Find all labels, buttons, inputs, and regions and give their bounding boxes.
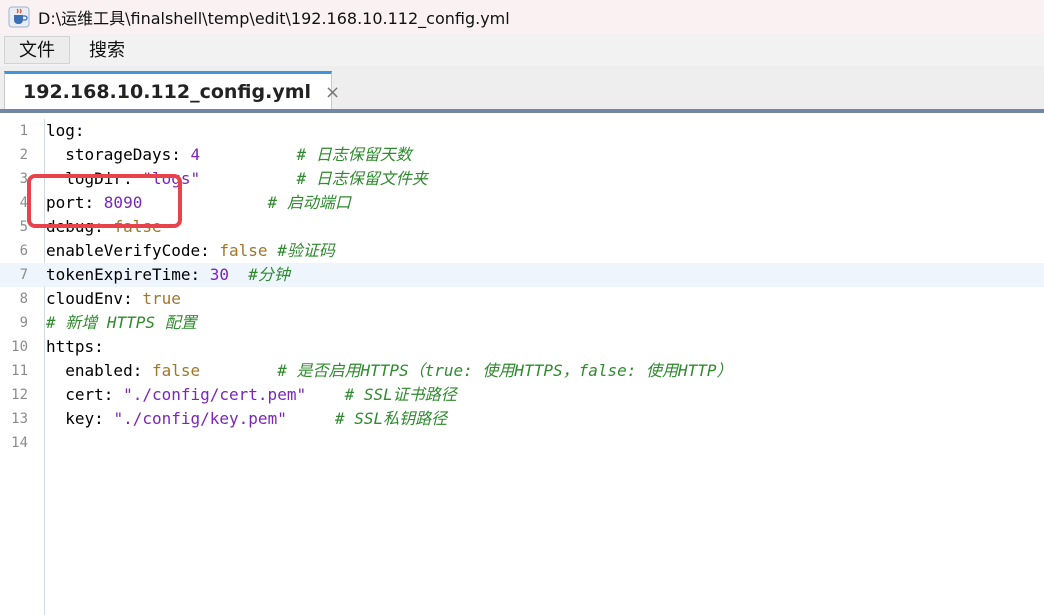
code-line[interactable]: 12 cert: "./config/cert.pem" # SSL证书路径 <box>0 383 1044 407</box>
yaml-comment: # 日志保留文件夹 <box>200 169 428 188</box>
yaml-comment: # 新增 HTTPS 配置 <box>46 313 197 332</box>
yaml-value: true <box>142 289 181 308</box>
menu-search[interactable]: 搜索 <box>74 36 140 64</box>
line-number: 4 <box>19 195 28 211</box>
line-number: 5 <box>19 219 28 235</box>
line-number: 10 <box>11 339 28 355</box>
yaml-key: https: <box>46 337 104 356</box>
yaml-value: false <box>219 241 268 260</box>
code-text: log: <box>46 119 85 143</box>
title-bar: D:\运维工具\finalshell\temp\edit\192.168.10.… <box>0 0 1044 34</box>
code-line[interactable]: 6 enableVerifyCode: false #验证码 <box>0 239 1044 263</box>
code-line[interactable]: 1 log: <box>0 119 1044 143</box>
line-number: 14 <box>11 435 28 451</box>
window-title: D:\运维工具\finalshell\temp\edit\192.168.10.… <box>38 9 510 28</box>
code-line[interactable]: 13 key: "./config/key.pem" # SSL私钥路径 <box>0 407 1044 431</box>
yaml-key: cert: <box>46 385 124 404</box>
tab-bar: 192.168.10.112_config.yml × <box>0 66 1044 110</box>
tab-config-file[interactable]: 192.168.10.112_config.yml × <box>4 71 340 110</box>
line-number: 3 <box>19 171 28 187</box>
code-text: cloudEnv: true <box>46 287 181 311</box>
yaml-value: false <box>151 361 201 380</box>
yaml-comment: # SSL私钥路径 <box>286 409 448 428</box>
yaml-value: "./config/key.pem" <box>113 409 287 428</box>
yaml-comment: # 是否启用HTTPS（true: 使用HTTPS，false: 使用HTTP） <box>200 361 733 380</box>
line-number: 1 <box>19 123 28 139</box>
yaml-key: storageDays: <box>46 145 191 164</box>
tab-divider <box>0 109 1044 113</box>
code-line[interactable]: 11 enabled: false # 是否启用HTTPS（true: 使用HT… <box>0 359 1044 383</box>
line-number: 8 <box>19 291 28 307</box>
code-text: # 新增 HTTPS 配置 <box>46 311 197 335</box>
line-number: 12 <box>11 387 28 403</box>
code-text: enableVerifyCode: false #验证码 <box>46 239 335 263</box>
code-text: storageDays: 4 # 日志保留天数 <box>46 143 412 167</box>
close-icon[interactable]: × <box>325 82 340 103</box>
line-number: 6 <box>19 243 28 259</box>
code-line[interactable]: 8 cloudEnv: true <box>0 287 1044 311</box>
yaml-value: 4 <box>190 145 201 164</box>
yaml-comment: # SSL证书路径 <box>306 385 457 404</box>
code-text: key: "./config/key.pem" # SSL私钥路径 <box>46 407 447 431</box>
line-number: 9 <box>19 315 28 331</box>
java-cup-icon <box>8 6 30 28</box>
yaml-key: key: <box>46 409 114 428</box>
code-line[interactable]: 7 tokenExpireTime: 30 #分钟 <box>0 263 1044 287</box>
code-text: enabled: false # 是否启用HTTPS（true: 使用HTTPS… <box>46 359 733 383</box>
tab-label: 192.168.10.112_config.yml <box>23 81 312 103</box>
line-number: 13 <box>11 411 28 427</box>
line-number: 2 <box>19 147 28 163</box>
highlight-annotation-box <box>27 174 182 228</box>
code-line[interactable]: 14 <box>0 431 1044 455</box>
code-text: tokenExpireTime: 30 #分钟 <box>46 263 290 287</box>
yaml-value: 30 <box>209 265 230 284</box>
code-text: cert: "./config/cert.pem" # SSL证书路径 <box>46 383 457 407</box>
yaml-comment: #验证码 <box>267 241 335 260</box>
yaml-key: enabled: <box>46 361 152 380</box>
yaml-value: "./config/cert.pem" <box>123 385 307 404</box>
code-line[interactable]: 10 https: <box>0 335 1044 359</box>
code-line[interactable]: 9 # 新增 HTTPS 配置 <box>0 311 1044 335</box>
yaml-comment: #分钟 <box>229 265 290 284</box>
yaml-key: enableVerifyCode: <box>46 241 220 260</box>
menu-bar: 文件 搜索 <box>0 34 1044 66</box>
yaml-key: cloudEnv: <box>46 289 143 308</box>
line-number: 11 <box>11 363 28 379</box>
yaml-comment: # 日志保留天数 <box>200 145 412 164</box>
code-line[interactable]: 2 storageDays: 4 # 日志保留天数 <box>0 143 1044 167</box>
yaml-key: log: <box>46 121 85 140</box>
menu-file[interactable]: 文件 <box>4 36 70 64</box>
line-number: 7 <box>19 267 28 283</box>
code-text: https: <box>46 335 104 359</box>
yaml-key: tokenExpireTime: <box>46 265 210 284</box>
